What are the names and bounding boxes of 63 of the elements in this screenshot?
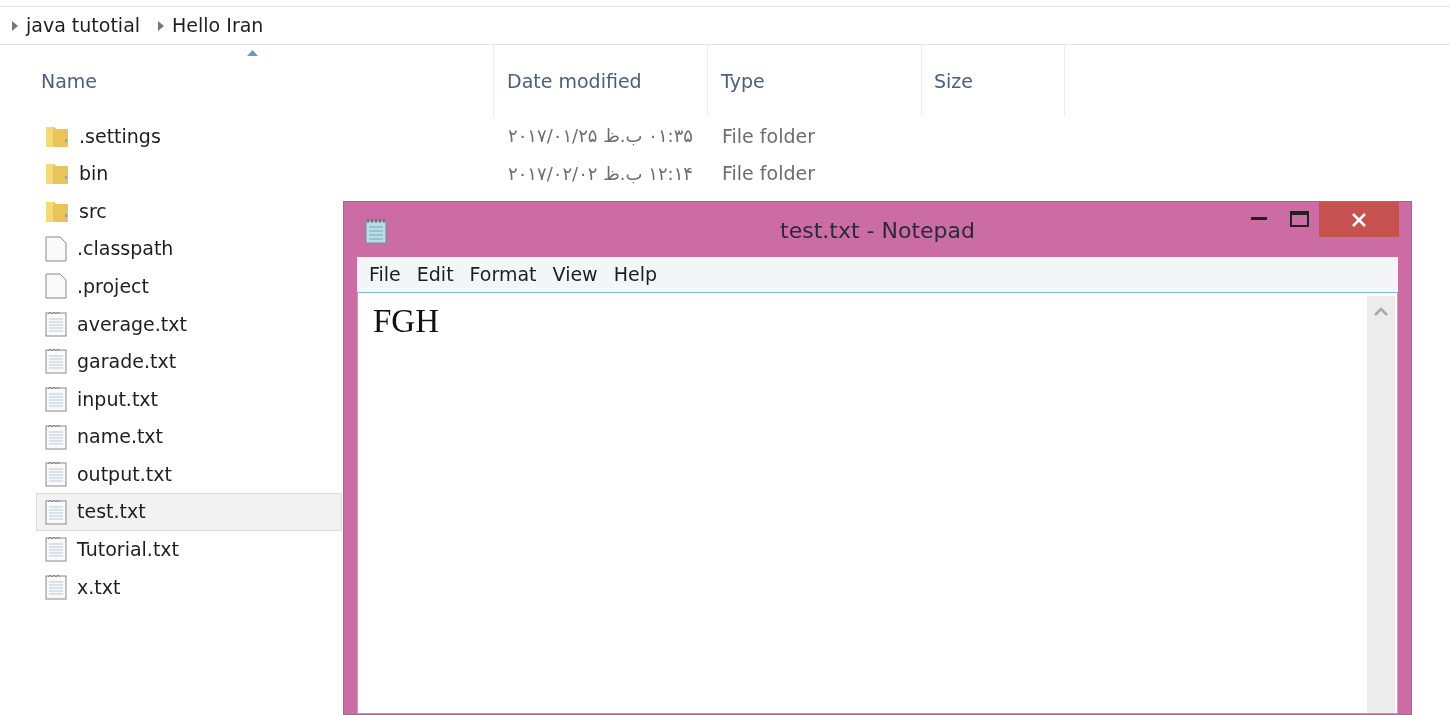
file-row[interactable]: name.txt	[36, 417, 342, 456]
date-modified: ۱۲:۱۴ ب.ظ ۲۰۱۷/۰۲/۰۲	[508, 161, 693, 186]
file-row[interactable]: input.txt	[36, 380, 342, 418]
text-file-icon	[45, 348, 67, 375]
column-header[interactable]: Size	[922, 45, 1065, 117]
file-name: bin	[79, 161, 109, 187]
file-name: input.txt	[77, 386, 159, 412]
file-row[interactable]: .classpath	[36, 229, 342, 268]
scrollbar[interactable]	[1367, 296, 1395, 713]
file-name: .settings	[79, 123, 161, 149]
file-row[interactable]: .project	[36, 267, 342, 305]
menu-item[interactable]: Format	[461, 260, 545, 289]
file-row[interactable]: src	[36, 192, 342, 230]
file-type: File folder	[722, 162, 815, 185]
text-content: FGH	[372, 302, 440, 338]
date-modified: ۰۱:۳۵ ب.ظ ۲۰۱۷/۰۱/۲۵	[508, 124, 693, 149]
notepad-icon	[364, 218, 388, 244]
text-file-icon	[45, 573, 67, 600]
file-icon	[45, 235, 67, 262]
menu-item[interactable]: Help	[605, 260, 665, 289]
text-file-icon	[45, 536, 67, 563]
file-name: garade.txt	[77, 349, 177, 375]
file-row[interactable]: Tutorial.txt	[36, 530, 342, 569]
file-row[interactable]: garade.txt	[36, 342, 342, 381]
sort-arrow-icon	[246, 50, 258, 56]
chevron-right-icon[interactable]	[12, 20, 18, 31]
breadcrumb-item[interactable]: Hello Iran	[172, 11, 264, 40]
file-name: average.txt	[77, 311, 187, 337]
close-icon	[1352, 212, 1366, 227]
text-file-icon	[45, 498, 67, 525]
text-file-icon	[45, 423, 67, 450]
file-name: x.txt	[77, 574, 121, 600]
column-header[interactable]: Name	[0, 45, 494, 117]
file-icon	[45, 273, 67, 300]
window-title: test.txt - Notepad	[779, 217, 976, 245]
text-file-icon	[45, 385, 67, 412]
maximize-icon	[1289, 211, 1309, 227]
file-row[interactable]: x.txt	[36, 568, 342, 606]
file-row[interactable]: test.txt	[36, 492, 342, 531]
file-name: name.txt	[77, 424, 164, 450]
column-header[interactable]: Date modified	[494, 45, 708, 117]
folder-icon	[45, 161, 69, 186]
chevron-right-icon[interactable]	[158, 20, 165, 31]
close-button[interactable]	[1319, 202, 1399, 237]
text-file-icon	[45, 310, 67, 337]
menu-item[interactable]: View	[544, 260, 606, 289]
file-name: src	[79, 198, 107, 224]
file-name: output.txt	[77, 461, 172, 487]
file-row[interactable]: average.txt	[36, 304, 342, 343]
file-name: .classpath	[77, 236, 174, 262]
file-type: File folder	[722, 124, 815, 147]
folder-icon	[45, 199, 69, 223]
file-name: Tutorial.txt	[77, 537, 180, 563]
scroll-up-icon	[1374, 307, 1388, 316]
menu-item[interactable]: Edit	[408, 260, 462, 289]
minimize-icon	[1251, 217, 1267, 221]
file-name: test.txt	[77, 499, 146, 525]
menu-item[interactable]: File	[361, 260, 409, 289]
file-row[interactable]: output.txt	[36, 455, 342, 493]
text-file-icon	[45, 461, 67, 488]
column-header[interactable]: Type	[708, 45, 922, 117]
breadcrumb-item[interactable]: java tutotial	[26, 11, 141, 40]
file-name: .project	[77, 273, 149, 299]
